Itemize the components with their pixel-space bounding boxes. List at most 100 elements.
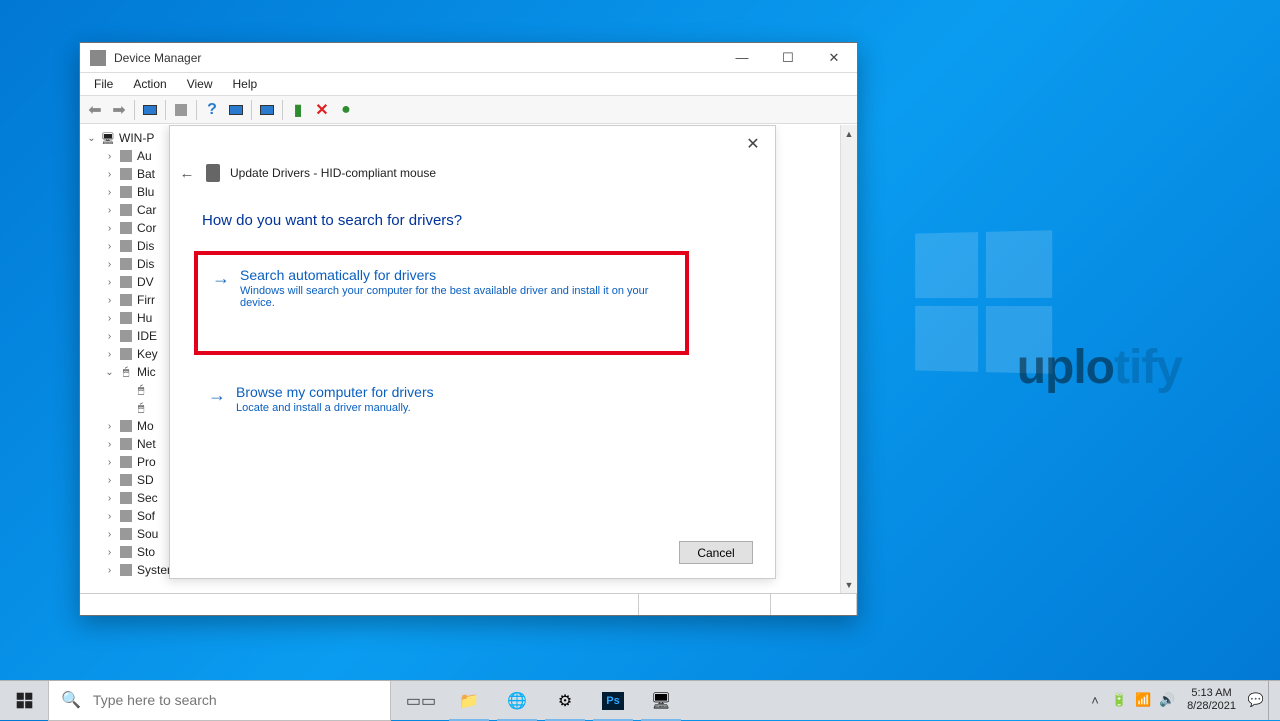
- tree-item[interactable]: Mo: [137, 419, 154, 433]
- expand-icon[interactable]: ›: [104, 151, 115, 162]
- explorer-button[interactable]: 📁: [445, 681, 493, 721]
- enable-button[interactable]: ●: [335, 99, 357, 121]
- expand-icon[interactable]: ›: [104, 565, 115, 576]
- expand-icon[interactable]: ›: [104, 349, 115, 360]
- menu-view[interactable]: View: [177, 74, 223, 94]
- forward-button[interactable]: ➡: [108, 99, 130, 121]
- help-button[interactable]: ?: [201, 99, 223, 121]
- menu-help[interactable]: Help: [223, 74, 268, 94]
- dialog-heading: How do you want to search for drivers?: [202, 212, 462, 229]
- task-view-button[interactable]: ▭▭: [397, 681, 445, 721]
- tree-item[interactable]: Sof: [137, 509, 155, 523]
- properties-button[interactable]: [170, 99, 192, 121]
- close-button[interactable]: ✕: [811, 43, 857, 73]
- cancel-button[interactable]: Cancel: [679, 541, 753, 564]
- show-hidden-button[interactable]: [139, 99, 161, 121]
- tree-item[interactable]: Car: [137, 203, 156, 217]
- wifi-button[interactable]: 📶: [1131, 680, 1155, 720]
- expand-icon[interactable]: ›: [104, 439, 115, 450]
- search-box[interactable]: 🔍: [48, 681, 391, 721]
- back-button[interactable]: ⬅: [84, 99, 106, 121]
- device-manager-task-button[interactable]: 🖥: [637, 681, 685, 721]
- option-search-auto[interactable]: → Search automatically for drivers Windo…: [194, 251, 689, 355]
- expand-icon[interactable]: ›: [104, 223, 115, 234]
- device-tree[interactable]: ⌄ 🖥 WIN-P ›Au›Bat›Blu›Car›Cor›Dis›Dis›DV…: [80, 125, 857, 593]
- scan-button[interactable]: [225, 99, 247, 121]
- menu-file[interactable]: File: [84, 74, 123, 94]
- action-center-button[interactable]: 💬: [1244, 680, 1268, 720]
- search-input[interactable]: [93, 692, 378, 708]
- titlebar[interactable]: Device Manager — ☐ ✕: [80, 43, 857, 73]
- tree-item[interactable]: IDE: [137, 329, 157, 343]
- tree-item[interactable]: Blu: [137, 185, 154, 199]
- scroll-up-icon[interactable]: ▲: [841, 125, 857, 142]
- expand-icon[interactable]: ›: [104, 241, 115, 252]
- scrollbar[interactable]: ▲ ▼: [840, 125, 857, 593]
- tree-root[interactable]: WIN-P: [119, 131, 154, 145]
- tree-item[interactable]: Pro: [137, 455, 156, 469]
- expand-icon[interactable]: ›: [104, 259, 115, 270]
- expand-icon[interactable]: ›: [104, 205, 115, 216]
- expand-icon[interactable]: ›: [104, 277, 115, 288]
- tree-item[interactable]: SD: [137, 473, 154, 487]
- menu-action[interactable]: Action: [123, 74, 176, 94]
- expand-icon[interactable]: ›: [104, 457, 115, 468]
- window-title: Device Manager: [114, 51, 719, 65]
- tree-item[interactable]: Sou: [137, 527, 158, 541]
- photoshop-button[interactable]: Ps: [589, 681, 637, 721]
- device-icon: [118, 508, 134, 524]
- expand-icon[interactable]: ›: [104, 331, 115, 342]
- dialog-back-button[interactable]: ←: [178, 164, 196, 182]
- tree-item[interactable]: Sto: [137, 545, 155, 559]
- expand-icon[interactable]: ›: [104, 475, 115, 486]
- battery-button[interactable]: 🔋: [1107, 680, 1131, 720]
- collapse-icon[interactable]: ⌄: [104, 367, 115, 378]
- dialog-close-button[interactable]: ✕: [737, 132, 769, 156]
- chrome-button[interactable]: 🌐: [493, 681, 541, 721]
- expand-icon[interactable]: ›: [104, 547, 115, 558]
- tree-item[interactable]: Net: [137, 437, 156, 451]
- arrow-left-icon: ⬅: [88, 100, 101, 120]
- uninstall-button[interactable]: ▮: [287, 99, 309, 121]
- x-red-icon: ✕: [315, 100, 328, 120]
- device-icon: [118, 562, 134, 578]
- expand-icon[interactable]: ›: [104, 313, 115, 324]
- device-icon: [118, 490, 134, 506]
- expand-icon[interactable]: ›: [104, 529, 115, 540]
- expand-icon[interactable]: ›: [104, 295, 115, 306]
- disable-button[interactable]: ✕: [311, 99, 333, 121]
- expand-icon[interactable]: ›: [104, 493, 115, 504]
- tree-item[interactable]: Au: [137, 149, 152, 163]
- device-icon: [118, 292, 134, 308]
- tree-item[interactable]: Sec: [137, 491, 158, 505]
- tree-item[interactable]: Dis: [137, 239, 154, 253]
- tree-item[interactable]: Firr: [137, 293, 155, 307]
- tree-item[interactable]: Key: [137, 347, 158, 361]
- arrow-left-icon: ←: [180, 165, 195, 182]
- collapse-icon[interactable]: ⌄: [86, 133, 97, 144]
- settings-button[interactable]: ⚙: [541, 681, 589, 721]
- show-desktop-button[interactable]: [1268, 680, 1274, 720]
- update-drivers-dialog: ✕ ← Update Drivers - HID-compliant mouse…: [169, 125, 776, 579]
- expand-icon[interactable]: ›: [104, 511, 115, 522]
- tray-overflow-button[interactable]: ˄: [1083, 680, 1107, 720]
- tree-item-mice[interactable]: Mic: [137, 365, 156, 379]
- tree-item[interactable]: Hu: [137, 311, 152, 325]
- tree-item[interactable]: Bat: [137, 167, 155, 181]
- expand-icon[interactable]: ›: [104, 169, 115, 180]
- tree-item[interactable]: Cor: [137, 221, 156, 235]
- monitor-scan-icon: [229, 105, 243, 115]
- tree-item[interactable]: DV: [137, 275, 154, 289]
- clock[interactable]: 5:13 AM 8/28/2021: [1179, 687, 1244, 713]
- option-title: Browse my computer for drivers: [236, 384, 434, 400]
- expand-icon[interactable]: ›: [104, 421, 115, 432]
- start-button[interactable]: [0, 681, 48, 721]
- update-driver-button[interactable]: [256, 99, 278, 121]
- expand-icon[interactable]: ›: [104, 187, 115, 198]
- scroll-down-icon[interactable]: ▼: [841, 576, 857, 593]
- maximize-button[interactable]: ☐: [765, 43, 811, 73]
- minimize-button[interactable]: —: [719, 43, 765, 73]
- option-browse-computer[interactable]: → Browse my computer for drivers Locate …: [194, 372, 689, 428]
- tree-item[interactable]: Dis: [137, 257, 154, 271]
- volume-button[interactable]: 🔊: [1155, 680, 1179, 720]
